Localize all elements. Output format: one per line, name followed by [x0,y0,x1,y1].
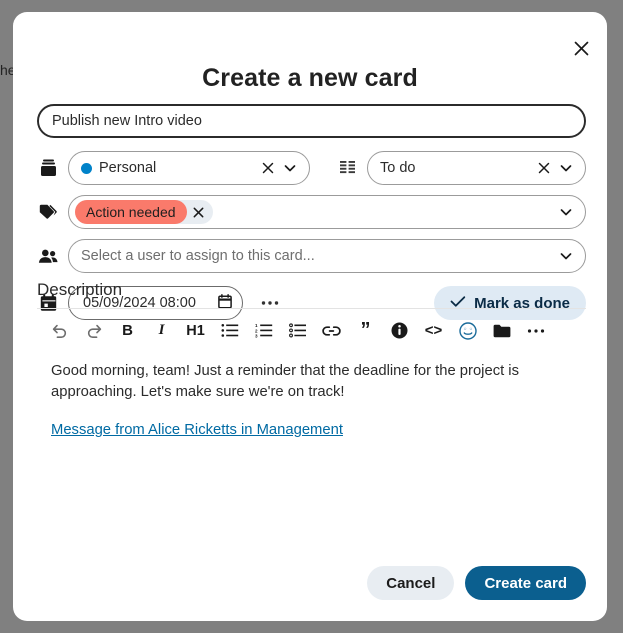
description-paragraph: Good morning, team! Just a reminder that… [51,363,519,401]
assignee-chevron-down-icon[interactable] [555,245,577,267]
board-color-dot [81,162,92,174]
status-select[interactable]: To do [367,151,586,185]
description-toolbar: B I H1 1 2 3 ” <> [37,309,586,351]
board-clear-icon[interactable] [257,157,279,179]
close-icon[interactable] [564,31,598,65]
tag-icon [37,198,59,226]
status-clear-icon[interactable] [533,157,555,179]
description-link[interactable]: Message from Alice Ricketts in Managemen… [51,422,343,438]
dialog-footer: Cancel Create card [367,566,586,600]
svg-text:3: 3 [255,333,258,338]
heading1-icon[interactable]: H1 [181,316,210,345]
users-icon [37,242,59,270]
columns-grid-icon [336,154,358,182]
create-card-button[interactable]: Create card [465,566,586,600]
assignee-row: Select a user to assign to this card... [37,239,586,273]
description-body[interactable]: Good morning, team! Just a reminder that… [37,351,586,441]
italic-icon[interactable]: I [147,316,176,345]
emoji-icon[interactable] [453,316,482,345]
board-stack-icon [37,154,59,182]
labels-chevron-down-icon[interactable] [555,201,577,223]
status-chevron-down-icon[interactable] [555,157,577,179]
card-title-input[interactable] [37,104,586,138]
label-chip-wrap: Action needed [75,200,213,224]
task-list-icon[interactable] [283,316,312,345]
more-options-icon[interactable] [521,316,550,345]
description-section: Description B I H1 1 2 3 ” <> Good morni… [37,280,586,441]
labels-select[interactable]: Action needed [68,195,586,229]
blockquote-icon[interactable]: ” [351,316,380,345]
labels-row: Action needed [37,195,586,229]
code-block-icon[interactable]: <> [419,316,448,345]
board-status-row: Personal To do [37,151,586,185]
title-row [37,104,586,138]
redo-icon[interactable] [79,316,108,345]
board-select-value: Personal [99,160,157,176]
cancel-button[interactable]: Cancel [367,566,455,600]
board-select[interactable]: Personal [68,151,310,185]
link-icon[interactable] [317,316,346,345]
bold-icon[interactable]: B [113,316,142,345]
label-chip: Action needed [75,200,187,224]
info-icon[interactable] [385,316,414,345]
ordered-list-icon[interactable]: 1 2 3 [249,316,278,345]
status-select-value: To do [380,160,416,176]
description-heading: Description [37,280,586,309]
assignee-placeholder: Select a user to assign to this card... [81,248,315,264]
label-remove-icon[interactable] [187,200,211,224]
create-card-dialog: Create a new card Personal [13,12,607,621]
undo-icon[interactable] [45,316,74,345]
labels-chip-list: Action needed [75,200,555,224]
board-chevron-down-icon[interactable] [279,157,301,179]
bullet-list-icon[interactable] [215,316,244,345]
board-select-value-wrap: Personal [81,160,257,176]
assignee-select[interactable]: Select a user to assign to this card... [68,239,586,273]
page-title: Create a new card [202,64,418,92]
attachment-folder-icon[interactable] [487,316,516,345]
